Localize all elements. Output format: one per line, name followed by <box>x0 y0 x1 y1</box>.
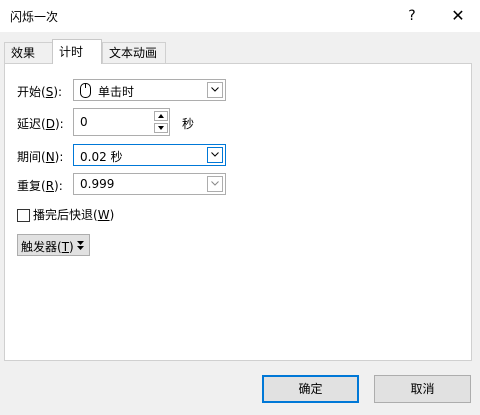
tab-text-animation[interactable]: 文本动画 <box>102 42 166 63</box>
cancel-button[interactable]: 取消 <box>374 375 471 403</box>
chevron-down-icon[interactable] <box>207 82 223 98</box>
title-bar: 闪烁一次 ? ✕ <box>0 0 480 32</box>
start-select[interactable]: 单击时 <box>73 79 226 101</box>
help-button[interactable]: ? <box>400 5 424 27</box>
rewind-label[interactable]: 播完后快退(W) <box>33 206 114 223</box>
chevron-down-icon[interactable] <box>207 147 223 163</box>
mouse-icon <box>80 83 91 98</box>
tab-effect[interactable]: 效果 <box>4 42 54 63</box>
start-label: 开始(S): <box>17 85 63 99</box>
tab-timing[interactable]: 计时 <box>52 39 102 64</box>
window-title: 闪烁一次 <box>10 10 59 24</box>
trigger-button[interactable]: 触发器(T) <box>17 234 90 256</box>
close-button[interactable]: ✕ <box>446 5 470 27</box>
chevron-down-icon[interactable] <box>207 176 223 192</box>
duration-value: 0.02 秒 <box>80 150 123 164</box>
duration-select[interactable]: 0.02 秒 <box>73 144 226 166</box>
double-chevron-down-icon <box>77 241 84 250</box>
delay-label: 延迟(D): <box>17 117 64 131</box>
repeat-select[interactable]: 0.999 <box>73 173 226 195</box>
delay-up-button[interactable] <box>154 111 168 121</box>
delay-unit: 秒 <box>182 117 195 131</box>
delay-field[interactable]: 0 <box>73 108 170 136</box>
rewind-checkbox[interactable] <box>17 209 30 222</box>
start-value: 单击时 <box>98 85 135 99</box>
ok-button[interactable]: 确定 <box>262 375 359 403</box>
duration-label: 期间(N): <box>17 150 64 164</box>
repeat-value: 0.999 <box>80 177 115 191</box>
delay-value: 0 <box>80 115 88 129</box>
timing-panel: 开始(S): 单击时 延迟(D): 0 秒 期间(N): 0.02 秒 重复(R… <box>4 63 472 361</box>
trigger-label: 触发器(T) <box>21 240 74 254</box>
repeat-label: 重复(R): <box>17 179 63 193</box>
delay-down-button[interactable] <box>154 123 168 133</box>
